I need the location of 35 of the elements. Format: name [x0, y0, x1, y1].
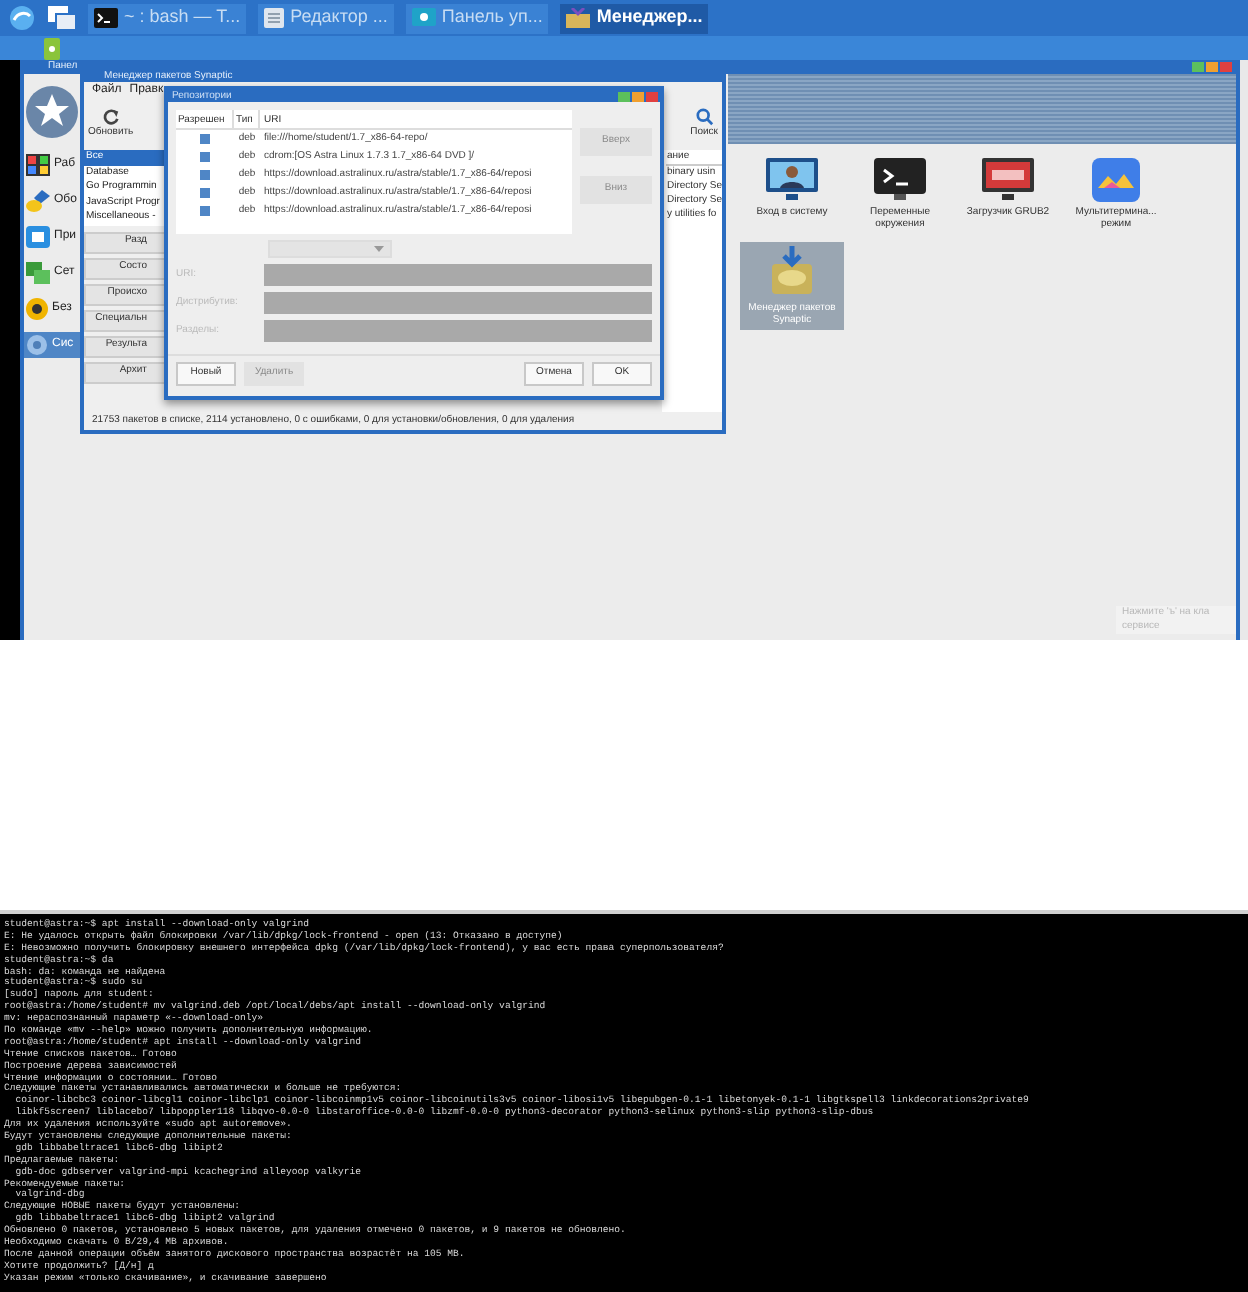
- input-field[interactable]: [264, 292, 652, 314]
- minimize-button[interactable]: [1192, 62, 1204, 72]
- gear-icon: [26, 334, 48, 356]
- windows-icon[interactable]: [48, 6, 76, 30]
- monitor-person-icon: [766, 158, 818, 202]
- monitor-icon: [982, 158, 1034, 202]
- search-icon: [695, 107, 714, 126]
- star-logo-icon: [24, 82, 80, 142]
- tray-app-icon[interactable]: [44, 37, 60, 59]
- grid-icon: [26, 154, 50, 176]
- enable-checkbox[interactable]: [200, 188, 210, 198]
- close-button[interactable]: [646, 91, 658, 101]
- taskbar-button[interactable]: Менеджер...: [560, 3, 709, 33]
- input-field[interactable]: [264, 264, 652, 286]
- enable-checkbox[interactable]: [200, 170, 210, 180]
- camera-icon: [26, 226, 50, 248]
- mountain-icon: [1092, 158, 1140, 202]
- monitor-icon: [411, 8, 436, 28]
- network-icon: [26, 262, 50, 284]
- terminal-icon: [94, 8, 118, 28]
- enable-checkbox[interactable]: [200, 152, 210, 162]
- enable-checkbox[interactable]: [200, 134, 210, 144]
- terminal-icon: [874, 158, 926, 202]
- enable-checkbox[interactable]: [200, 206, 210, 216]
- dropdown-caret-icon[interactable]: [374, 246, 384, 252]
- minimize-button[interactable]: [618, 91, 630, 101]
- reload-icon: [101, 107, 120, 126]
- box-icon: [566, 8, 591, 28]
- input-field[interactable]: [264, 320, 652, 342]
- maximize-button[interactable]: [1206, 62, 1218, 72]
- maximize-button[interactable]: [632, 91, 644, 101]
- package-icon: [766, 246, 818, 298]
- close-button[interactable]: [1220, 62, 1232, 72]
- start-menu-icon[interactable]: [8, 4, 36, 32]
- notepad-icon: [264, 8, 285, 28]
